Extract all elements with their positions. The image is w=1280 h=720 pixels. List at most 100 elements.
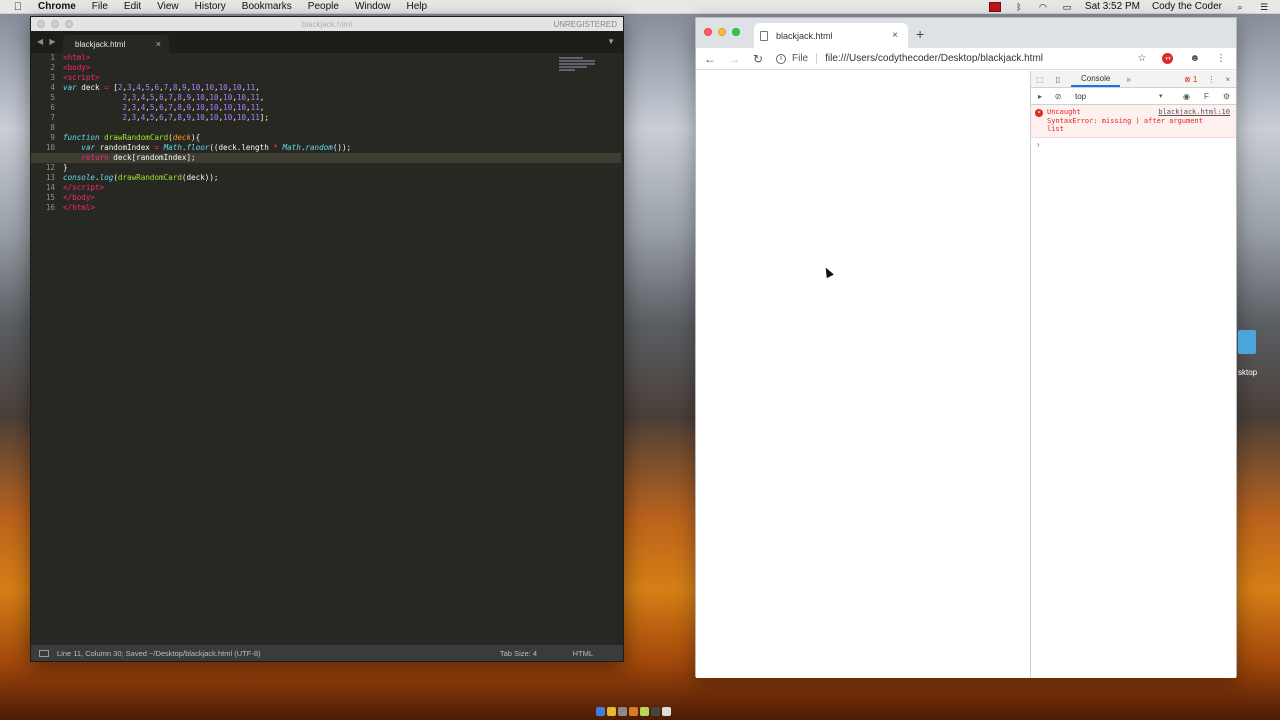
- menu-view[interactable]: View: [149, 1, 187, 12]
- error-count-badge[interactable]: ⊗ 1: [1184, 75, 1197, 84]
- terminal-dock-icon[interactable]: [651, 706, 660, 716]
- line-number: 6: [50, 103, 55, 112]
- finder-dock-icon[interactable]: [596, 706, 605, 716]
- sublime-titlebar: blackjack.html UNREGISTERED: [31, 17, 623, 31]
- battery-icon[interactable]: ▭: [1061, 2, 1073, 12]
- device-toolbar-icon[interactable]: ▯: [1049, 75, 1067, 84]
- sublime-tabbar: ◀ ▶ blackjack.html × ▼: [31, 31, 623, 53]
- syntax-selector[interactable]: HTML: [573, 649, 593, 658]
- info-icon[interactable]: i: [776, 53, 786, 64]
- chrome-window-controls: [704, 28, 740, 36]
- close-tab-icon[interactable]: ×: [156, 39, 161, 49]
- chevron-down-icon[interactable]: ▾: [1159, 92, 1163, 100]
- filter-icon[interactable]: F: [1204, 92, 1209, 101]
- menu-edit[interactable]: Edit: [116, 1, 149, 12]
- menubar-user[interactable]: Cody the Coder: [1152, 1, 1222, 12]
- line-number: 5: [50, 93, 55, 102]
- recording-status-icon[interactable]: [988, 1, 1001, 12]
- scheme-chip: File: [792, 53, 818, 64]
- line-number: 9: [50, 133, 55, 142]
- app-dock-icon[interactable]: [618, 706, 627, 716]
- chrome-content: ⬚ ▯ Console » ⊗ 1 ⋮ × ▸ ⊘ top ▾ ◉ F ⚙ × …: [696, 71, 1236, 678]
- address-url[interactable]: file:///Users/codythecoder/Desktop/black…: [825, 53, 1043, 64]
- code-line-active: return deck[randomIndex];: [31, 153, 621, 163]
- inspect-element-icon[interactable]: ⬚: [1031, 75, 1049, 84]
- reload-icon[interactable]: ↻: [748, 52, 768, 66]
- app-dock-icon[interactable]: [662, 706, 671, 716]
- bookmark-star-icon[interactable]: ☆: [1138, 53, 1147, 64]
- error-source-link[interactable]: blackjack.html:10: [1158, 108, 1230, 117]
- line-number: 2: [50, 63, 55, 72]
- tab-nav-arrows-icon[interactable]: ◀ ▶: [37, 37, 58, 46]
- error-text-line3: list: [1047, 125, 1064, 133]
- chrome-toolbar: ← → ↻ i File file:///Users/codythecoder/…: [696, 48, 1236, 70]
- panel-toggle-icon[interactable]: [39, 649, 49, 657]
- forward-arrow-icon[interactable]: →: [724, 52, 744, 66]
- menu-app-chrome[interactable]: Chrome: [30, 1, 84, 12]
- zoom-window-button[interactable]: [732, 28, 740, 36]
- clear-console-icon[interactable]: ⊘: [1049, 92, 1067, 101]
- menu-bookmarks[interactable]: Bookmarks: [234, 1, 300, 12]
- menu-file[interactable]: File: [84, 1, 116, 12]
- code-minimap[interactable]: [559, 57, 599, 79]
- line-number: 14: [45, 183, 55, 192]
- close-window-button[interactable]: [704, 28, 712, 36]
- tab-label: blackjack.html: [75, 39, 126, 49]
- line-number: 13: [45, 173, 55, 182]
- menu-history[interactable]: History: [187, 1, 234, 12]
- new-tab-button[interactable]: +: [916, 26, 924, 42]
- devtools-menu-icon[interactable]: ⋮: [1207, 75, 1215, 84]
- tab-blackjack-html[interactable]: blackjack.html ×: [63, 35, 169, 53]
- tab-console[interactable]: Console: [1071, 71, 1121, 87]
- close-devtools-icon[interactable]: ×: [1225, 75, 1230, 84]
- live-expression-eye-icon[interactable]: ◉: [1183, 92, 1190, 101]
- back-arrow-icon[interactable]: ←: [700, 52, 720, 66]
- code-line: 2,3,4,5,6,7,8,9,10,10,10,10,11,: [122, 103, 265, 112]
- line-number: 16: [45, 203, 55, 212]
- app-dock-icon[interactable]: [640, 706, 649, 716]
- code-area[interactable]: <html> <body> <script> var deck = [2,3,4…: [31, 53, 621, 213]
- code-line: </script>: [63, 183, 105, 192]
- code-line: 2,3,4,5,6,7,8,9,10,10,10,10,11,: [122, 93, 265, 102]
- tab-size-selector[interactable]: Tab Size: 4: [500, 649, 537, 658]
- menu-help[interactable]: Help: [399, 1, 436, 12]
- code-line: function drawRandomCard(deck){: [63, 133, 201, 142]
- sidebar-toggle-icon[interactable]: ▸: [1031, 92, 1049, 101]
- bluetooth-icon[interactable]: ᛒ: [1013, 2, 1025, 12]
- code-line: <body>: [63, 63, 91, 72]
- code-line: console.log(drawRandomCard(deck));: [63, 173, 219, 182]
- context-selector[interactable]: top: [1075, 92, 1159, 101]
- line-number: 15: [45, 193, 55, 202]
- apple-menu-icon[interactable]: : [6, 1, 30, 13]
- spotlight-search-icon[interactable]: ⌕: [1234, 2, 1246, 12]
- console-toolbar: ▸ ⊘ top ▾ ◉ F ⚙: [1031, 88, 1236, 105]
- menu-window[interactable]: Window: [347, 1, 399, 12]
- desktop-folder-icon[interactable]: [1238, 330, 1256, 354]
- code-line: <script>: [63, 73, 100, 82]
- desktop-folder-label[interactable]: sktop: [1238, 368, 1257, 377]
- menubar-clock[interactable]: Sat 3:52 PM: [1085, 1, 1140, 12]
- page-icon: [760, 30, 768, 41]
- browser-tab[interactable]: blackjack.html ×: [754, 23, 908, 48]
- web-page-viewport[interactable]: [696, 71, 1031, 678]
- code-editor[interactable]: 12345678910111213141516 <html> <body> <s…: [31, 53, 623, 647]
- chrome-dock-icon[interactable]: [607, 706, 616, 716]
- menu-people[interactable]: People: [300, 1, 347, 12]
- profile-avatar-icon[interactable]: ☻: [1189, 53, 1200, 64]
- chrome-browser-window: blackjack.html × + ← → ↻ i File file:///…: [695, 17, 1237, 678]
- notification-center-icon[interactable]: ☰: [1258, 2, 1270, 12]
- close-tab-icon[interactable]: ×: [892, 30, 898, 41]
- minimize-window-button[interactable]: [718, 28, 726, 36]
- error-count: 1: [1192, 74, 1198, 84]
- line-number: 12: [45, 163, 55, 172]
- tab-dropdown-icon[interactable]: ▼: [607, 37, 615, 46]
- address-bar[interactable]: i File file:///Users/codythecoder/Deskto…: [776, 53, 1043, 64]
- line-number: 10: [45, 143, 55, 152]
- sublime-dock-icon[interactable]: [629, 706, 638, 716]
- console-settings-gear-icon[interactable]: ⚙: [1223, 92, 1230, 101]
- chrome-menu-icon[interactable]: ⋮: [1216, 53, 1226, 64]
- wifi-icon[interactable]: ◠: [1037, 2, 1049, 12]
- extension-icon[interactable]: YT: [1162, 53, 1174, 64]
- more-tabs-icon[interactable]: »: [1126, 75, 1130, 84]
- console-prompt[interactable]: ›: [1031, 138, 1236, 151]
